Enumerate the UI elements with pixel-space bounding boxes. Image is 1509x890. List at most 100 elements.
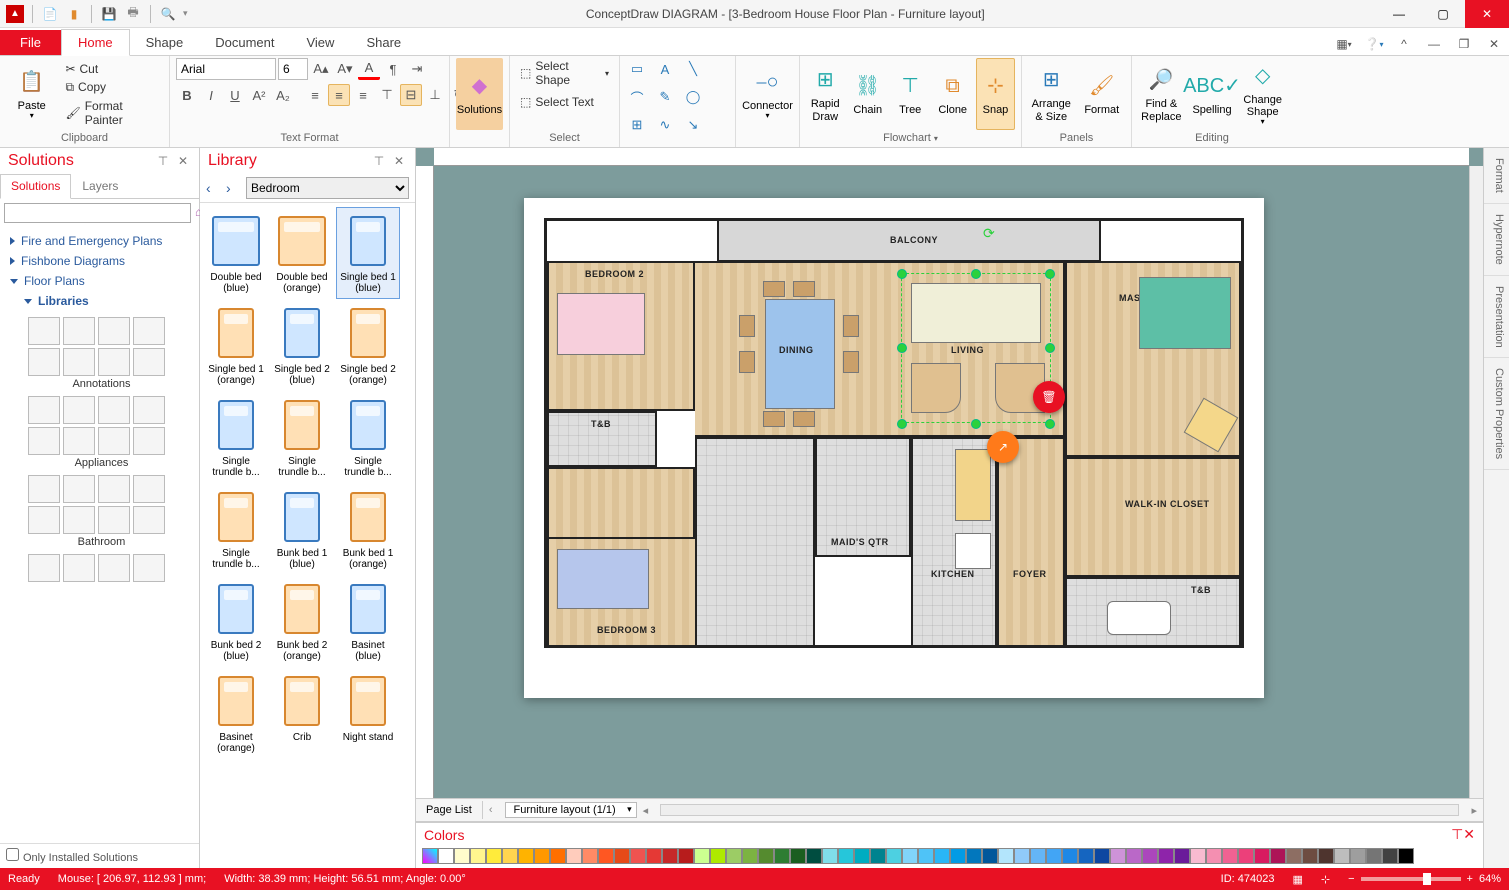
- lib-thumb[interactable]: [28, 396, 60, 424]
- italic-button[interactable]: I: [200, 84, 222, 106]
- zoom-slider[interactable]: [1361, 877, 1461, 881]
- align-middle-button[interactable]: ⊟: [400, 84, 422, 106]
- open-icon[interactable]: ▮: [65, 5, 83, 23]
- lib-thumb[interactable]: [133, 396, 165, 424]
- lib-thumb[interactable]: [28, 554, 60, 582]
- lib-thumb[interactable]: [133, 475, 165, 503]
- zoom-icon[interactable]: 🔍: [159, 5, 177, 23]
- color-swatch[interactable]: [1382, 848, 1398, 864]
- canvas-scrollbar-v[interactable]: [1469, 166, 1483, 798]
- lib-thumb[interactable]: [63, 427, 95, 455]
- cut-button[interactable]: ✂Cut: [61, 61, 163, 77]
- library-item[interactable]: Single trundle b...: [270, 391, 334, 483]
- pin-icon[interactable]: ⊤: [155, 153, 171, 169]
- lib-thumb[interactable]: [133, 348, 165, 376]
- page[interactable]: BALCONY BEDROOM 2 DINING: [524, 198, 1264, 698]
- color-swatch[interactable]: [454, 848, 470, 864]
- library-item[interactable]: Double bed (orange): [270, 207, 334, 299]
- superscript-button[interactable]: A²: [248, 84, 270, 106]
- bold-button[interactable]: B: [176, 84, 198, 106]
- align-left-button[interactable]: ≡: [304, 84, 326, 106]
- color-swatch[interactable]: [662, 848, 678, 864]
- library-item[interactable]: Crib: [270, 667, 334, 759]
- library-item[interactable]: Single trundle b...: [336, 391, 400, 483]
- lib-thumb[interactable]: [28, 348, 60, 376]
- page-list-button[interactable]: Page List: [416, 801, 483, 819]
- zoom-out-icon[interactable]: −: [1348, 873, 1354, 885]
- color-swatch[interactable]: [1398, 848, 1414, 864]
- rail-presentation[interactable]: Presentation: [1484, 276, 1509, 359]
- help-icon[interactable]: ❔▾: [1363, 33, 1385, 55]
- lib-thumb[interactable]: [63, 506, 95, 534]
- page-scroll-right-icon[interactable]: ▸: [1465, 804, 1483, 817]
- color-swatch[interactable]: [774, 848, 790, 864]
- lib-thumb[interactable]: [28, 506, 60, 534]
- color-swatch[interactable]: [438, 848, 454, 864]
- library-close-icon[interactable]: ✕: [391, 153, 407, 169]
- tool-connector-icon[interactable]: ↘: [682, 114, 704, 136]
- color-swatch[interactable]: [582, 848, 598, 864]
- doc-restore-icon[interactable]: ❐: [1453, 33, 1475, 55]
- file-tab[interactable]: File: [0, 30, 61, 55]
- lib-thumb[interactable]: [98, 396, 130, 424]
- tree-button[interactable]: ⊤Tree: [891, 58, 929, 130]
- select-shape-button[interactable]: ⬚Select Shape ▾: [516, 58, 613, 88]
- find-replace-button[interactable]: 🔎Find & Replace: [1138, 58, 1185, 130]
- underline-button[interactable]: U: [224, 84, 246, 106]
- library-item[interactable]: Bunk bed 2 (orange): [270, 575, 334, 667]
- color-swatch[interactable]: [1254, 848, 1270, 864]
- colors-pin-icon[interactable]: ⊤: [1451, 826, 1463, 843]
- lib-thumb[interactable]: [133, 317, 165, 345]
- lib-thumb[interactable]: [98, 427, 130, 455]
- library-item[interactable]: Single bed 1 (blue): [336, 207, 400, 299]
- tool-arc-icon[interactable]: ⌒: [626, 86, 648, 108]
- lib-thumb[interactable]: [28, 427, 60, 455]
- color-swatch[interactable]: [1110, 848, 1126, 864]
- library-item[interactable]: Night stand: [336, 667, 400, 759]
- library-item[interactable]: Bunk bed 1 (blue): [270, 483, 334, 575]
- zoom-in-icon[interactable]: +: [1467, 873, 1473, 885]
- font-family-input[interactable]: [176, 58, 276, 80]
- align-bottom-button[interactable]: ⊥: [424, 84, 446, 106]
- rail-hypernote[interactable]: Hypernote: [1484, 204, 1509, 276]
- lib-next-icon[interactable]: ›: [226, 180, 242, 196]
- tree-floor-plans[interactable]: Floor Plans: [8, 271, 195, 291]
- color-swatch[interactable]: [630, 848, 646, 864]
- tool-table-icon[interactable]: ⊞: [626, 114, 648, 136]
- tool-curve-icon[interactable]: ∿: [654, 114, 676, 136]
- color-swatch[interactable]: [614, 848, 630, 864]
- lib-thumb[interactable]: [63, 348, 95, 376]
- drawing-canvas[interactable]: BALCONY BEDROOM 2 DINING: [416, 148, 1483, 798]
- align-right-button[interactable]: ≡: [352, 84, 374, 106]
- collapse-ribbon-icon[interactable]: ^: [1393, 33, 1415, 55]
- color-swatch[interactable]: [742, 848, 758, 864]
- print-icon[interactable]: 🖶: [124, 5, 142, 23]
- library-item[interactable]: Single bed 2 (orange): [336, 299, 400, 391]
- color-swatch[interactable]: [870, 848, 886, 864]
- color-swatch[interactable]: [1302, 848, 1318, 864]
- arrange-size-button[interactable]: ⊞Arrange & Size: [1028, 58, 1075, 130]
- rail-custom-properties[interactable]: Custom Properties: [1484, 358, 1509, 470]
- color-swatch[interactable]: [1318, 848, 1334, 864]
- align-center-button[interactable]: ≡: [328, 84, 350, 106]
- current-page-tab[interactable]: Furniture layout (1/1)▾: [505, 802, 637, 818]
- page-scrollbar[interactable]: [660, 804, 1459, 816]
- library-item[interactable]: Basinet (orange): [204, 667, 268, 759]
- tool-ellipse-icon[interactable]: ◯: [682, 86, 704, 108]
- color-swatch[interactable]: [1030, 848, 1046, 864]
- clone-button[interactable]: ⧉Clone: [933, 58, 971, 130]
- color-swatch[interactable]: [1174, 848, 1190, 864]
- lib-thumb[interactable]: [63, 554, 95, 582]
- color-swatch[interactable]: [1222, 848, 1238, 864]
- color-swatch[interactable]: [950, 848, 966, 864]
- tab-share[interactable]: Share: [350, 30, 417, 55]
- grow-font-icon[interactable]: A▴: [310, 58, 332, 80]
- tool-line-icon[interactable]: ╲: [682, 58, 704, 80]
- solutions-button[interactable]: ◆Solutions: [456, 58, 503, 130]
- color-swatch[interactable]: [758, 848, 774, 864]
- color-swatch[interactable]: [1334, 848, 1350, 864]
- color-swatch[interactable]: [1286, 848, 1302, 864]
- color-swatch[interactable]: [1206, 848, 1222, 864]
- rail-format[interactable]: Format: [1484, 148, 1509, 204]
- library-item[interactable]: Single bed 2 (blue): [270, 299, 334, 391]
